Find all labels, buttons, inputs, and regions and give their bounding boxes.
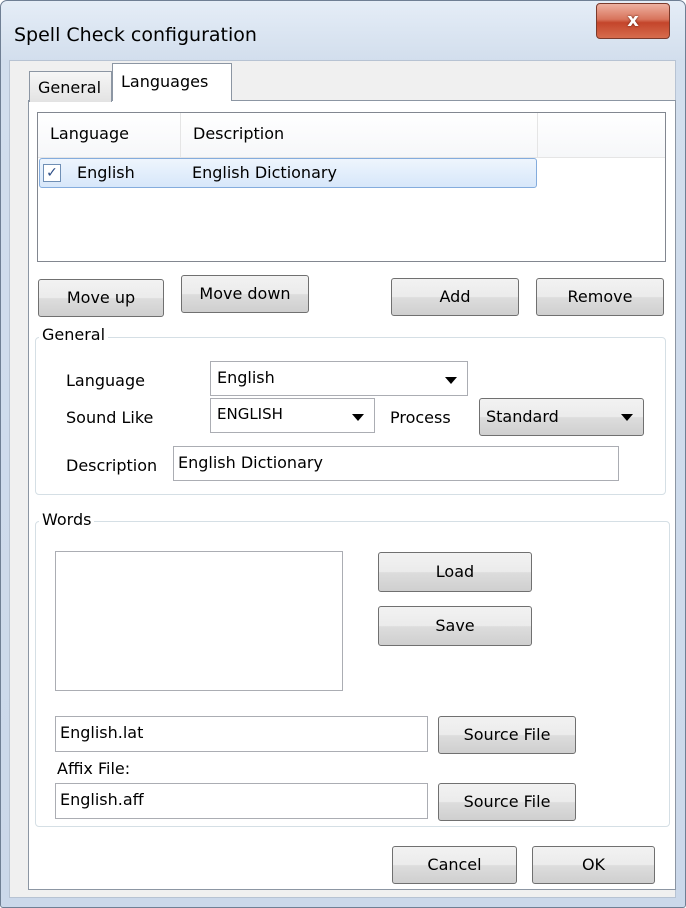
checkmark-icon: ✓ [46,165,58,181]
tab-general[interactable]: General [29,71,112,102]
row-language-cell: English [77,163,135,182]
cancel-button[interactable]: Cancel [392,846,517,884]
tab-languages[interactable]: Languages [112,63,232,101]
close-button[interactable]: x [596,3,670,39]
process-label: Process [390,408,451,427]
row-description-cell: English Dictionary [192,163,337,182]
description-label: Description [66,456,158,475]
language-dropdown[interactable]: English [210,361,468,396]
add-button[interactable]: Add [391,278,519,316]
words-group-legend: Words [39,510,95,529]
load-button[interactable]: Load [378,552,532,592]
language-dropdown-value: English [217,368,275,387]
language-enabled-checkbox[interactable]: ✓ [43,164,61,182]
ok-button[interactable]: OK [532,846,655,884]
column-header-language[interactable]: Language [38,113,181,158]
chevron-down-icon [352,414,364,421]
save-button[interactable]: Save [378,606,532,646]
word-file-input[interactable]: English.lat [55,716,428,752]
word-source-file-button[interactable]: Source File [438,716,576,754]
move-down-button[interactable]: Move down [181,275,309,313]
process-dropdown-value: Standard [486,407,559,426]
affix-file-input[interactable]: English.aff [55,783,428,819]
affix-source-file-button[interactable]: Source File [438,783,576,821]
column-header-filler [538,113,665,158]
window-title: Spell Check configuration [14,24,257,46]
column-header-description[interactable]: Description [181,113,538,158]
chevron-down-icon [445,377,457,384]
close-icon: x [627,10,639,31]
chevron-down-icon [621,414,633,421]
affix-file-label: Affix File: [57,759,131,778]
description-input[interactable]: English Dictionary [173,446,619,481]
words-list[interactable] [55,551,343,691]
sound-like-dropdown-value: ENGLISH [217,405,283,423]
sound-like-dropdown[interactable]: ENGLISH [210,398,375,433]
move-up-button[interactable]: Move up [38,279,164,317]
process-dropdown[interactable]: Standard [479,398,644,436]
general-group-legend: General [39,325,109,344]
remove-button[interactable]: Remove [536,278,664,316]
sound-like-label: Sound Like [66,408,154,427]
language-label: Language [66,371,145,390]
